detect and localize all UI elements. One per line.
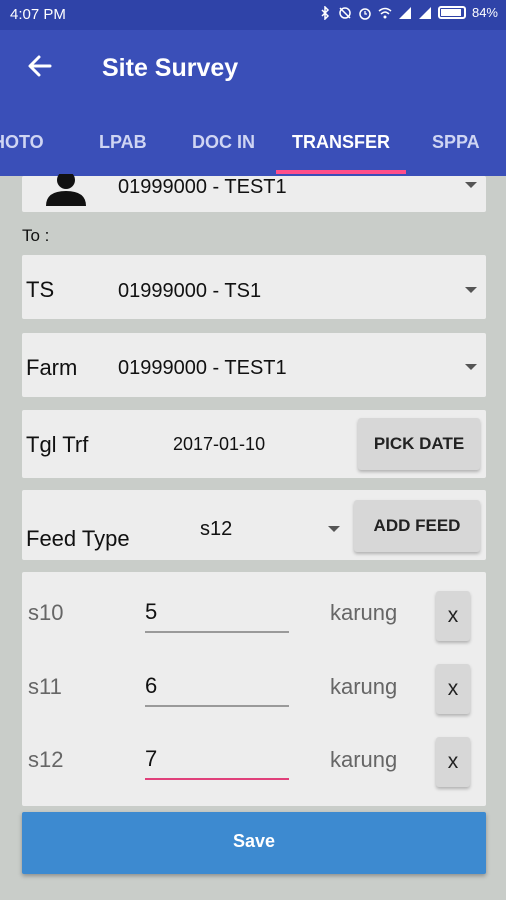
person-icon bbox=[46, 174, 86, 206]
chevron-down-icon bbox=[465, 287, 477, 293]
date-value: 2017-01-10 bbox=[173, 434, 266, 454]
app-bar: Site Survey HOTO LPAB DOC IN TRANSFER SP… bbox=[0, 30, 506, 176]
remove-button[interactable]: x bbox=[436, 737, 470, 787]
back-arrow-icon[interactable] bbox=[24, 50, 56, 82]
feed-type-card: Feed Type s12 ADD FEED bbox=[22, 490, 486, 560]
unit-label: karung bbox=[330, 674, 398, 699]
battery-percent: 84% bbox=[471, 5, 498, 20]
signal-icon bbox=[418, 6, 431, 19]
feed-type-value: s12 bbox=[200, 518, 233, 540]
feed-item-name: s10 bbox=[28, 600, 64, 625]
tab-bar: HOTO LPAB DOC IN TRANSFER SPPA bbox=[0, 122, 506, 176]
farm-value: 01999000 - TEST1 bbox=[118, 357, 287, 379]
date-label: Tgl Trf bbox=[26, 432, 89, 457]
from-spinner[interactable]: 01999000 - TEST1 bbox=[22, 174, 486, 212]
save-button[interactable]: Save bbox=[22, 812, 486, 874]
signal-icon bbox=[398, 6, 411, 19]
status-time: 4:07 PM bbox=[10, 6, 66, 23]
unit-label: karung bbox=[330, 600, 398, 625]
battery-icon bbox=[437, 6, 466, 19]
pick-date-button[interactable]: PICK DATE bbox=[358, 418, 480, 470]
chevron-down-icon bbox=[465, 182, 477, 188]
to-label: To : bbox=[22, 226, 50, 245]
chevron-down-icon bbox=[328, 526, 340, 532]
quantity-input[interactable]: 6 bbox=[145, 667, 289, 707]
ts-value: 01999000 - TS1 bbox=[118, 280, 262, 302]
status-bar: 4:07 PM 84% bbox=[0, 0, 506, 30]
quantity-input[interactable]: 5 bbox=[145, 593, 289, 633]
bluetooth-icon bbox=[321, 5, 330, 20]
alarm-icon bbox=[359, 7, 371, 20]
tab-indicator bbox=[276, 170, 406, 174]
status-icons: 84% bbox=[318, 5, 498, 20]
tab-sppa[interactable]: SPPA bbox=[432, 132, 480, 153]
date-card: Tgl Trf 2017-01-10 PICK DATE bbox=[22, 410, 486, 478]
silent-icon bbox=[339, 6, 351, 19]
farm-spinner[interactable]: Farm 01999000 - TEST1 bbox=[22, 333, 486, 397]
remove-button[interactable]: x bbox=[436, 591, 470, 641]
from-value: 01999000 - TEST1 bbox=[118, 176, 287, 198]
wifi-icon bbox=[378, 7, 392, 18]
tab-transfer[interactable]: TRANSFER bbox=[292, 132, 390, 153]
chevron-down-icon bbox=[465, 364, 477, 370]
page-title: Site Survey bbox=[102, 54, 239, 82]
ts-label: TS bbox=[26, 277, 55, 302]
feed-item-name: s11 bbox=[28, 674, 62, 699]
tab-lpab[interactable]: LPAB bbox=[99, 132, 147, 153]
feed-list: s10 5 karung x s11 6 karung x s12 7 karu… bbox=[22, 572, 486, 806]
remove-button[interactable]: x bbox=[436, 664, 470, 714]
feed-type-label: Feed Type bbox=[26, 526, 130, 551]
ts-spinner[interactable]: TS 01999000 - TS1 bbox=[22, 255, 486, 319]
tab-hoto[interactable]: HOTO bbox=[0, 132, 44, 153]
add-feed-button[interactable]: ADD FEED bbox=[354, 500, 480, 552]
unit-label: karung bbox=[330, 747, 398, 772]
farm-label: Farm bbox=[26, 355, 78, 380]
tab-doc-in[interactable]: DOC IN bbox=[192, 132, 255, 153]
feed-type-spinner[interactable]: s12 bbox=[198, 500, 348, 550]
feed-item-name: s12 bbox=[28, 747, 64, 772]
quantity-input[interactable]: 7 bbox=[145, 740, 289, 780]
